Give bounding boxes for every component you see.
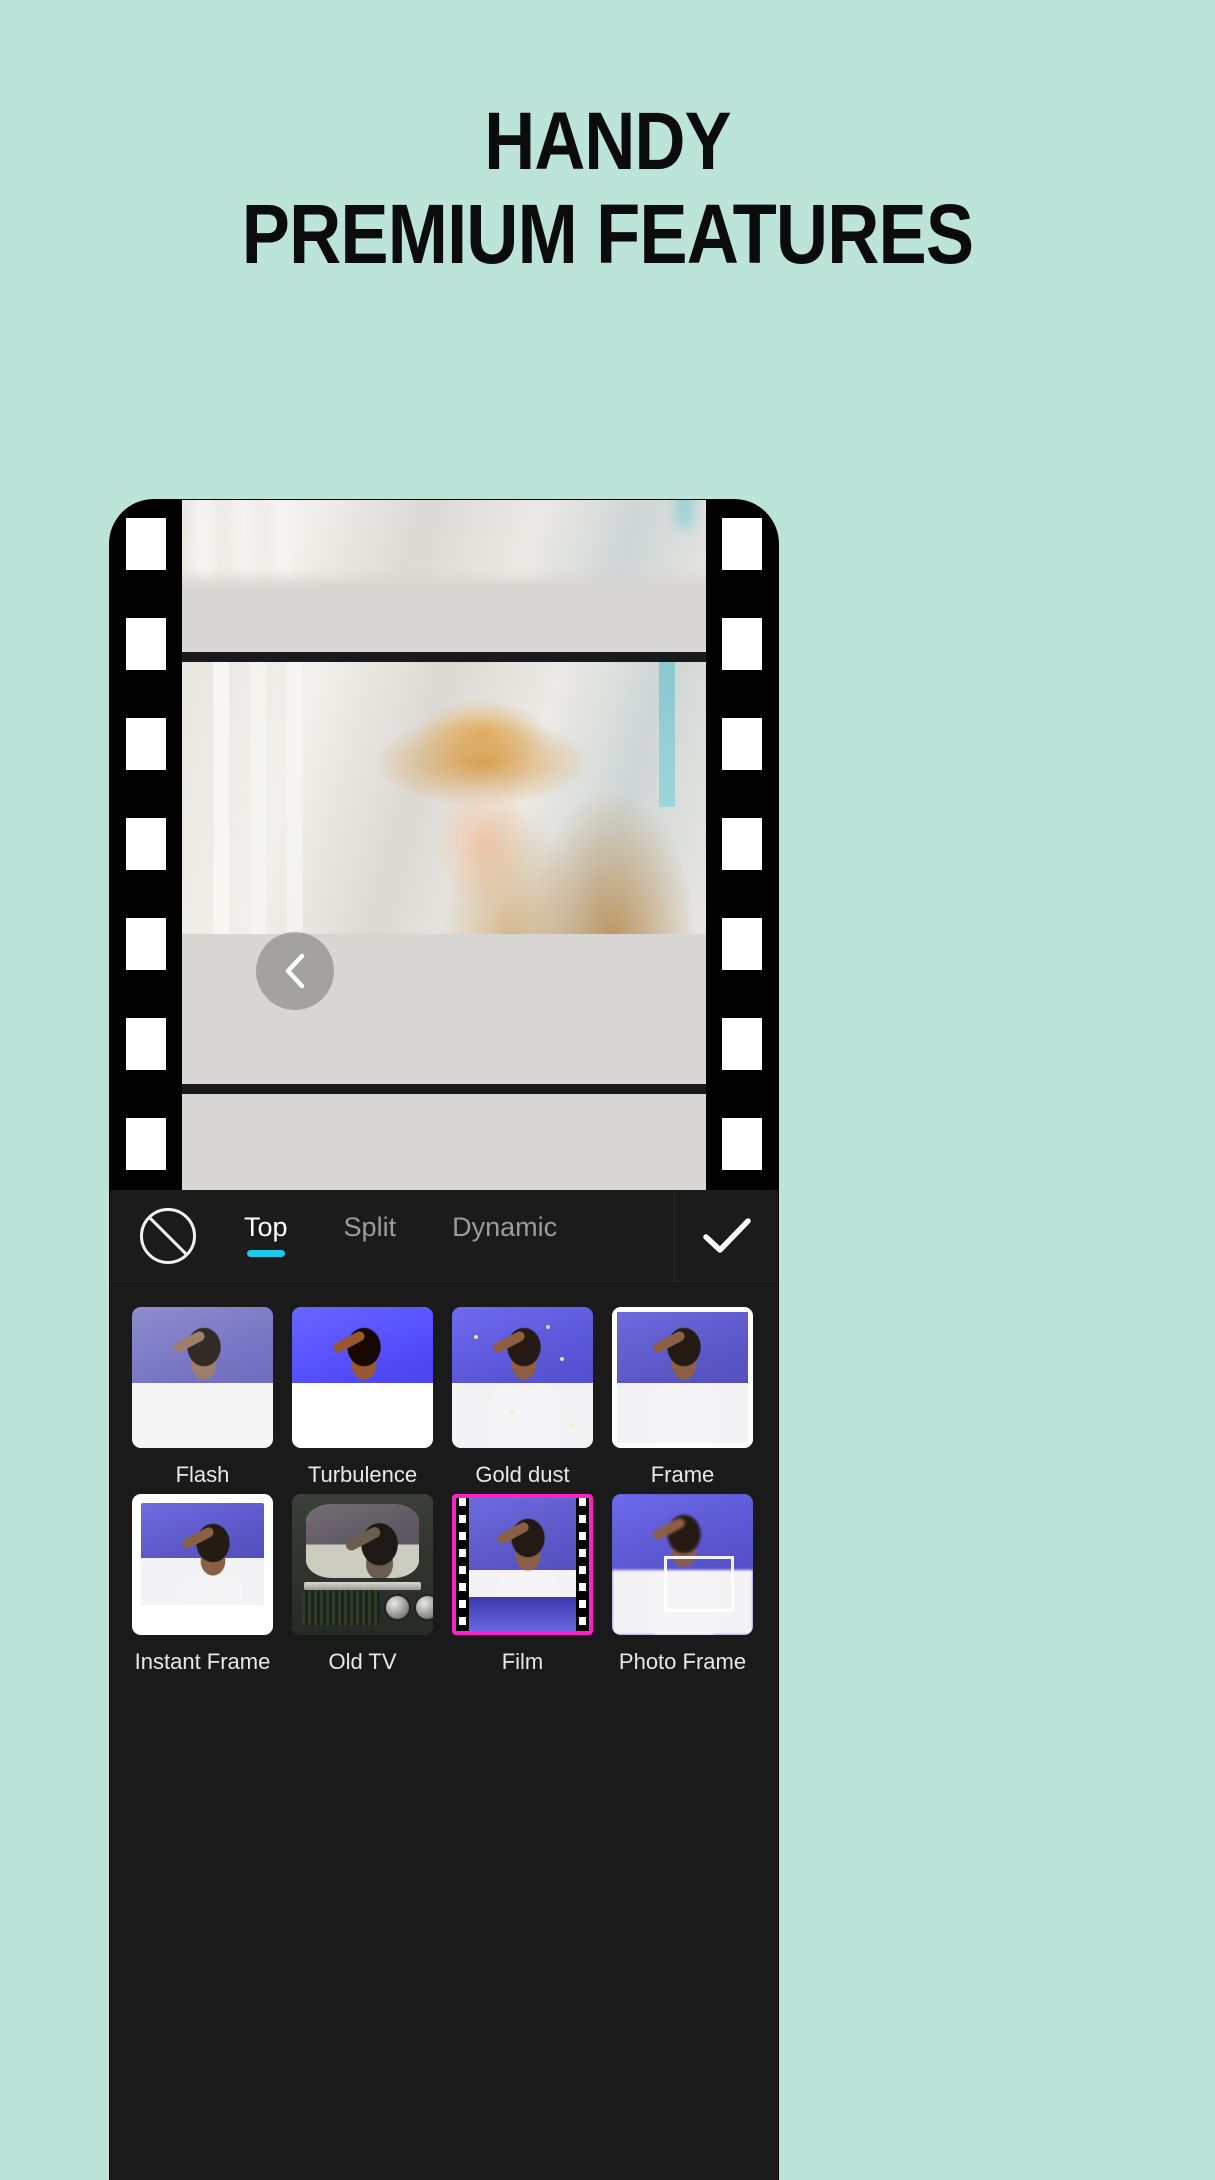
film-perforation	[722, 518, 762, 570]
film-perforation	[126, 1018, 166, 1070]
page-title: HANDY PREMIUM FEATURES	[85, 96, 1130, 280]
filter-item-frame[interactable]: Frame	[612, 1307, 753, 1488]
filter-label: Gold dust	[475, 1462, 570, 1487]
film-perforation	[126, 818, 166, 870]
film-gap	[182, 652, 706, 662]
filter-label: Film	[501, 1649, 544, 1674]
phone-screen: Top Split Dynamic Flash Turbulence Gold …	[110, 500, 778, 2180]
filter-label: Turbulence	[307, 1462, 418, 1487]
film-perforation	[126, 618, 166, 670]
film-perforation	[722, 618, 762, 670]
filter-item-gold-dust[interactable]: Gold dust	[452, 1307, 593, 1488]
filter-item-turbulence[interactable]: Turbulence	[292, 1307, 433, 1488]
film-perforation	[126, 918, 166, 970]
effect-tabs: Top Split Dynamic	[244, 1212, 557, 1259]
film-perforation-band-left	[110, 500, 182, 1190]
chevron-left-icon	[285, 953, 305, 989]
film-perforation	[722, 918, 762, 970]
filter-label: Frame	[650, 1462, 715, 1487]
photo-slice-top	[182, 500, 706, 652]
film-perforation	[722, 1018, 762, 1070]
filter-label: Flash	[175, 1462, 230, 1487]
photo-slice-main	[182, 662, 706, 1084]
filter-item-photo-frame[interactable]: Photo Frame	[612, 1494, 753, 1675]
check-icon	[702, 1217, 751, 1253]
instant-frame-overlay	[132, 1494, 273, 1635]
film-perforation-band-right	[706, 500, 778, 1190]
film-perforation	[126, 718, 166, 770]
selection-caret	[510, 1631, 536, 1635]
photo-slice-bottom	[182, 1094, 706, 1190]
filter-label: Old TV	[328, 1649, 397, 1674]
filter-label: Photo Frame	[618, 1649, 747, 1674]
filter-item-flash[interactable]: Flash	[132, 1307, 273, 1488]
tab-split[interactable]: Split	[344, 1212, 397, 1259]
confirm-button[interactable]	[674, 1189, 778, 1282]
filter-item-film[interactable]: Film	[452, 1494, 593, 1675]
tab-dynamic[interactable]: Dynamic	[452, 1212, 557, 1259]
film-perforation	[722, 818, 762, 870]
back-button[interactable]	[256, 932, 334, 1010]
filter-label: Instant Frame	[134, 1649, 271, 1674]
film-perforation	[126, 1118, 166, 1170]
film-gap	[182, 1084, 706, 1094]
photo-window	[182, 500, 706, 1190]
film-perforation	[722, 718, 762, 770]
photo-viewer	[110, 500, 778, 1190]
tab-top[interactable]: Top	[244, 1212, 288, 1259]
old-tv-overlay	[292, 1494, 433, 1635]
filter-row: Instant Frame Old TV Film Photo Frame	[132, 1494, 756, 1675]
film-perforation	[126, 518, 166, 570]
page-title-line-1: HANDY	[484, 96, 731, 187]
film-perforation	[722, 1118, 762, 1170]
filter-item-instant-frame[interactable]: Instant Frame	[132, 1494, 273, 1675]
filter-item-old-tv[interactable]: Old TV	[292, 1494, 433, 1675]
page-title-line-2: PREMIUM FEATURES	[241, 187, 974, 281]
editor-toolbar: Top Split Dynamic	[110, 1189, 778, 1282]
filter-row: Flash Turbulence Gold dust Frame	[132, 1307, 756, 1488]
filter-grid: Flash Turbulence Gold dust Frame Instant…	[110, 1283, 778, 2180]
no-effect-icon[interactable]	[140, 1207, 196, 1264]
phone-mockup: Top Split Dynamic Flash Turbulence Gold …	[110, 500, 778, 2180]
